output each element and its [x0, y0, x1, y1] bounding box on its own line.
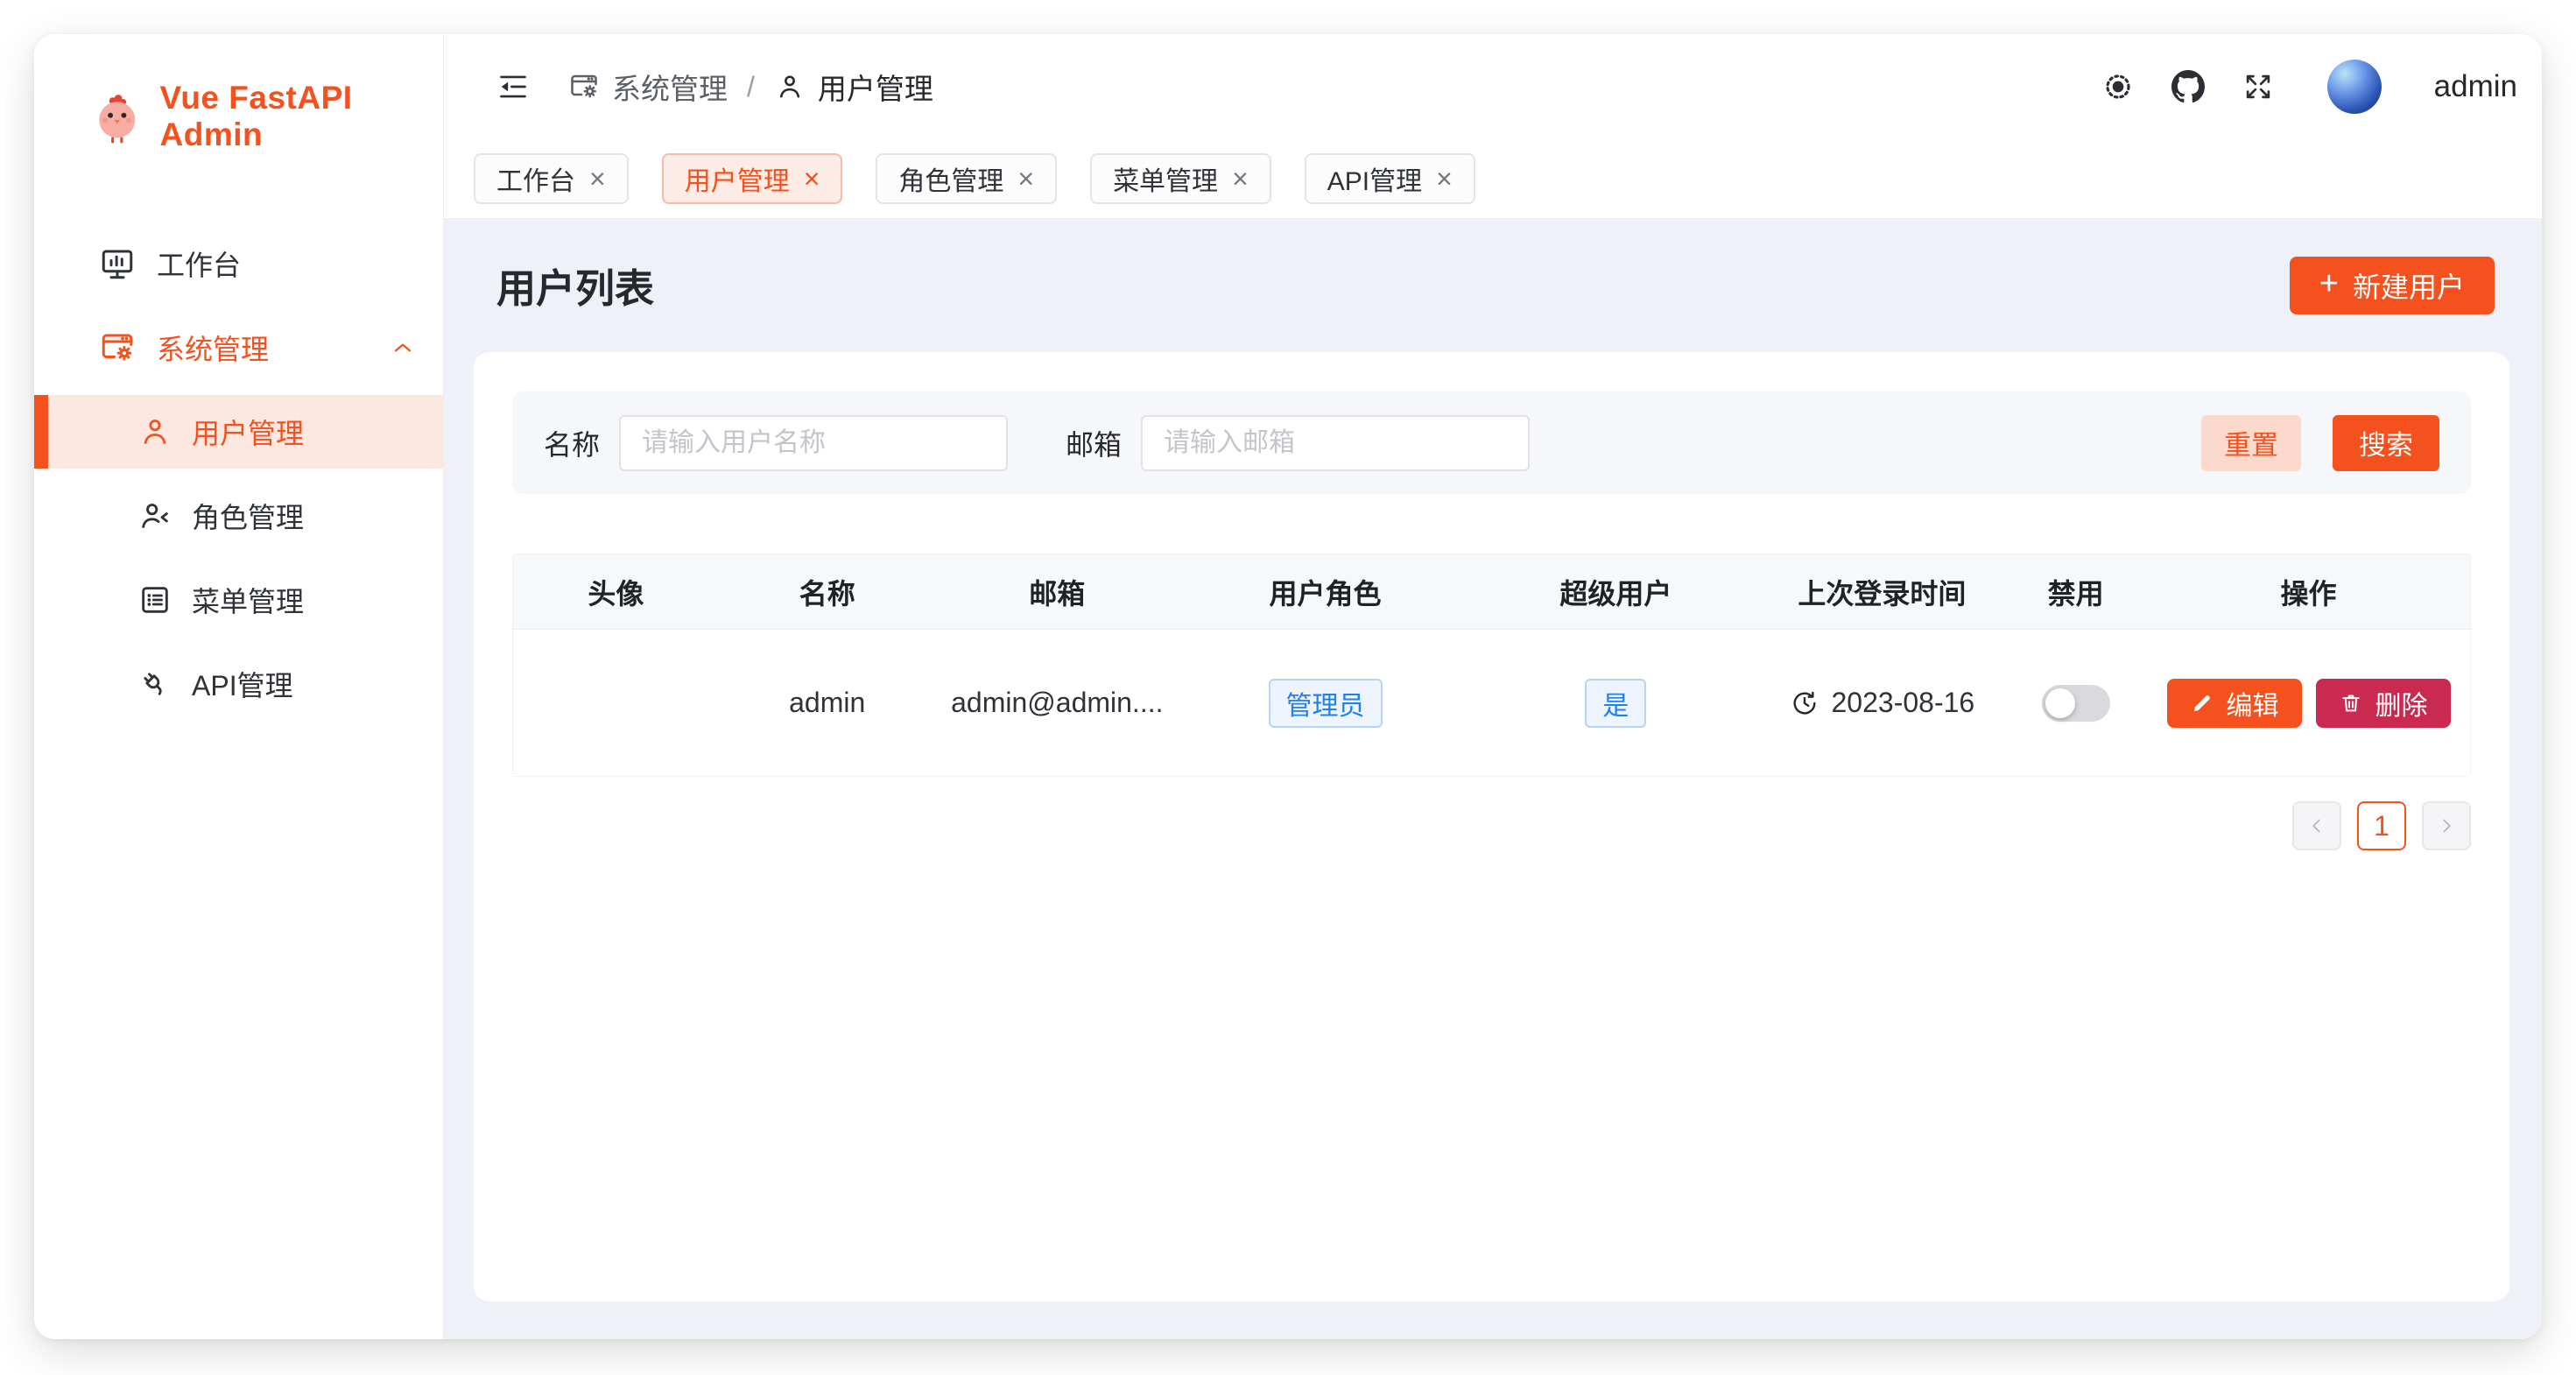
- plus-icon: +: [2319, 265, 2339, 303]
- clock-icon: [1790, 688, 1819, 718]
- tab-workbench[interactable]: 工作台 ×: [474, 153, 629, 204]
- actions-cell: 编辑 删除: [2147, 679, 2470, 728]
- sidebar-item-label: 系统管理: [157, 328, 269, 368]
- last-login-cell: 2023-08-16: [1760, 687, 2004, 719]
- toggle-knob: [2045, 688, 2075, 718]
- sidebar-item-workbench[interactable]: 工作台: [34, 227, 443, 300]
- breadcrumb-system-management[interactable]: 系统管理: [568, 66, 728, 108]
- app-window: Vue FastAPI Admin 工作台 系统管理: [34, 34, 2542, 1339]
- pencil-icon: [2190, 691, 2214, 716]
- window-gear-icon: [99, 329, 136, 366]
- name-cell: admin: [719, 687, 936, 719]
- name-filter-input[interactable]: [619, 415, 1008, 471]
- header: 系统管理 / 用户管理: [444, 34, 2542, 139]
- delete-button[interactable]: 删除: [2316, 679, 2451, 728]
- user-icon: [774, 71, 806, 102]
- breadcrumb-label: 系统管理: [612, 66, 728, 108]
- table-row: admin admin@admin.... 管理员 是: [513, 630, 2470, 776]
- pagination-next-button[interactable]: [2422, 801, 2471, 850]
- sidebar-item-label: 菜单管理: [192, 580, 304, 620]
- trash-icon: [2339, 691, 2363, 716]
- column-header-role: 用户角色: [1179, 572, 1472, 612]
- column-header-email: 邮箱: [936, 572, 1179, 612]
- username-label[interactable]: admin: [2434, 69, 2517, 104]
- fullscreen-icon[interactable]: [2242, 70, 2275, 103]
- chevron-left-icon: [2305, 814, 2328, 837]
- monitor-icon: [99, 245, 136, 282]
- role-cell: 管理员: [1179, 679, 1472, 728]
- breadcrumb-user-management[interactable]: 用户管理: [774, 66, 933, 108]
- email-filter-label: 邮箱: [1066, 423, 1122, 463]
- tab-bar: 工作台 × 用户管理 × 角色管理 × 菜单管理 × API管理 ×: [444, 139, 2542, 218]
- close-icon[interactable]: ×: [804, 165, 820, 193]
- page-title: 用户列表: [496, 257, 654, 314]
- sidebar-item-label: API管理: [192, 664, 293, 704]
- tab-api-management[interactable]: API管理 ×: [1305, 153, 1475, 204]
- pagination-page-1[interactable]: 1: [2357, 801, 2406, 850]
- page-title-row: 用户列表 + 新建用户: [444, 218, 2542, 352]
- user-table: 头像 名称 邮箱 用户角色 超级用户 上次登录时间 禁用 操作 admin ad…: [512, 554, 2471, 777]
- sidebar-collapse-icon[interactable]: [496, 70, 530, 103]
- sidebar-item-menu-management[interactable]: 菜单管理: [34, 563, 443, 637]
- sidebar-item-label: 用户管理: [192, 412, 304, 452]
- close-icon[interactable]: ×: [1436, 165, 1453, 193]
- edit-button[interactable]: 编辑: [2167, 679, 2302, 728]
- close-icon[interactable]: ×: [1017, 165, 1034, 193]
- window-gear-icon: [568, 71, 600, 102]
- chick-logo-icon: [90, 88, 144, 145]
- user-avatar[interactable]: [2327, 60, 2382, 114]
- chevron-right-icon: [2435, 814, 2458, 837]
- user-icon: [137, 414, 172, 449]
- email-filter-input[interactable]: [1141, 415, 1530, 471]
- name-filter-label: 名称: [544, 423, 600, 463]
- disable-toggle[interactable]: [2042, 685, 2110, 722]
- header-actions: admin: [2101, 60, 2517, 114]
- github-icon[interactable]: [2171, 70, 2205, 103]
- sidebar-item-user-management[interactable]: 用户管理: [34, 395, 443, 469]
- pagination-prev-button[interactable]: [2292, 801, 2341, 850]
- sidebar-item-role-management[interactable]: 角色管理: [34, 479, 443, 553]
- column-header-name: 名称: [719, 572, 936, 612]
- column-header-superuser: 超级用户: [1472, 572, 1760, 612]
- sidebar-menu: 工作台 系统管理: [34, 227, 443, 731]
- main-area: 系统管理 / 用户管理: [444, 34, 2542, 1339]
- email-cell: admin@admin....: [936, 687, 1179, 719]
- theme-toggle-sun-icon[interactable]: [2101, 70, 2135, 103]
- reset-button[interactable]: 重置: [2201, 415, 2301, 471]
- user-role-icon: [137, 498, 172, 533]
- tab-user-management[interactable]: 用户管理 ×: [662, 153, 843, 204]
- search-button[interactable]: 搜索: [2333, 415, 2439, 471]
- pagination: 1: [512, 801, 2471, 850]
- sidebar: Vue FastAPI Admin 工作台 系统管理: [34, 34, 444, 1339]
- tab-role-management[interactable]: 角色管理 ×: [876, 153, 1057, 204]
- logo[interactable]: Vue FastAPI Admin: [34, 34, 443, 192]
- app-title: Vue FastAPI Admin: [160, 80, 443, 153]
- disabled-cell: [2004, 685, 2147, 722]
- column-header-avatar: 头像: [513, 572, 719, 612]
- column-header-actions: 操作: [2147, 572, 2470, 612]
- close-icon[interactable]: ×: [1232, 165, 1249, 193]
- last-login-date: 2023-08-16: [1832, 687, 1975, 719]
- menu-list-icon: [137, 582, 172, 617]
- sidebar-item-label: 角色管理: [192, 496, 304, 536]
- superuser-cell: 是: [1472, 679, 1760, 728]
- column-header-disabled: 禁用: [2004, 572, 2147, 612]
- tab-menu-management[interactable]: 菜单管理 ×: [1090, 153, 1271, 204]
- superuser-tag: 是: [1585, 679, 1646, 728]
- role-tag: 管理员: [1269, 679, 1383, 728]
- plug-icon: [137, 666, 172, 702]
- sidebar-item-api-management[interactable]: API管理: [34, 647, 443, 721]
- close-icon[interactable]: ×: [589, 165, 606, 193]
- breadcrumb-separator: /: [747, 71, 755, 103]
- content-area: 用户列表 + 新建用户 名称 邮箱 重置 搜索: [444, 218, 2542, 1339]
- breadcrumb-label: 用户管理: [818, 66, 933, 108]
- sidebar-item-label: 工作台: [157, 243, 241, 284]
- chevron-up-icon: [389, 334, 417, 362]
- sidebar-item-system-management[interactable]: 系统管理: [34, 311, 443, 384]
- column-header-last-login: 上次登录时间: [1760, 572, 2004, 612]
- user-list-card: 名称 邮箱 重置 搜索 头像 名称 邮箱 用户角色 超级用户: [474, 352, 2509, 1301]
- new-user-button[interactable]: + 新建用户: [2290, 257, 2495, 314]
- table-header-row: 头像 名称 邮箱 用户角色 超级用户 上次登录时间 禁用 操作: [513, 554, 2470, 630]
- filter-bar: 名称 邮箱 重置 搜索: [512, 391, 2471, 494]
